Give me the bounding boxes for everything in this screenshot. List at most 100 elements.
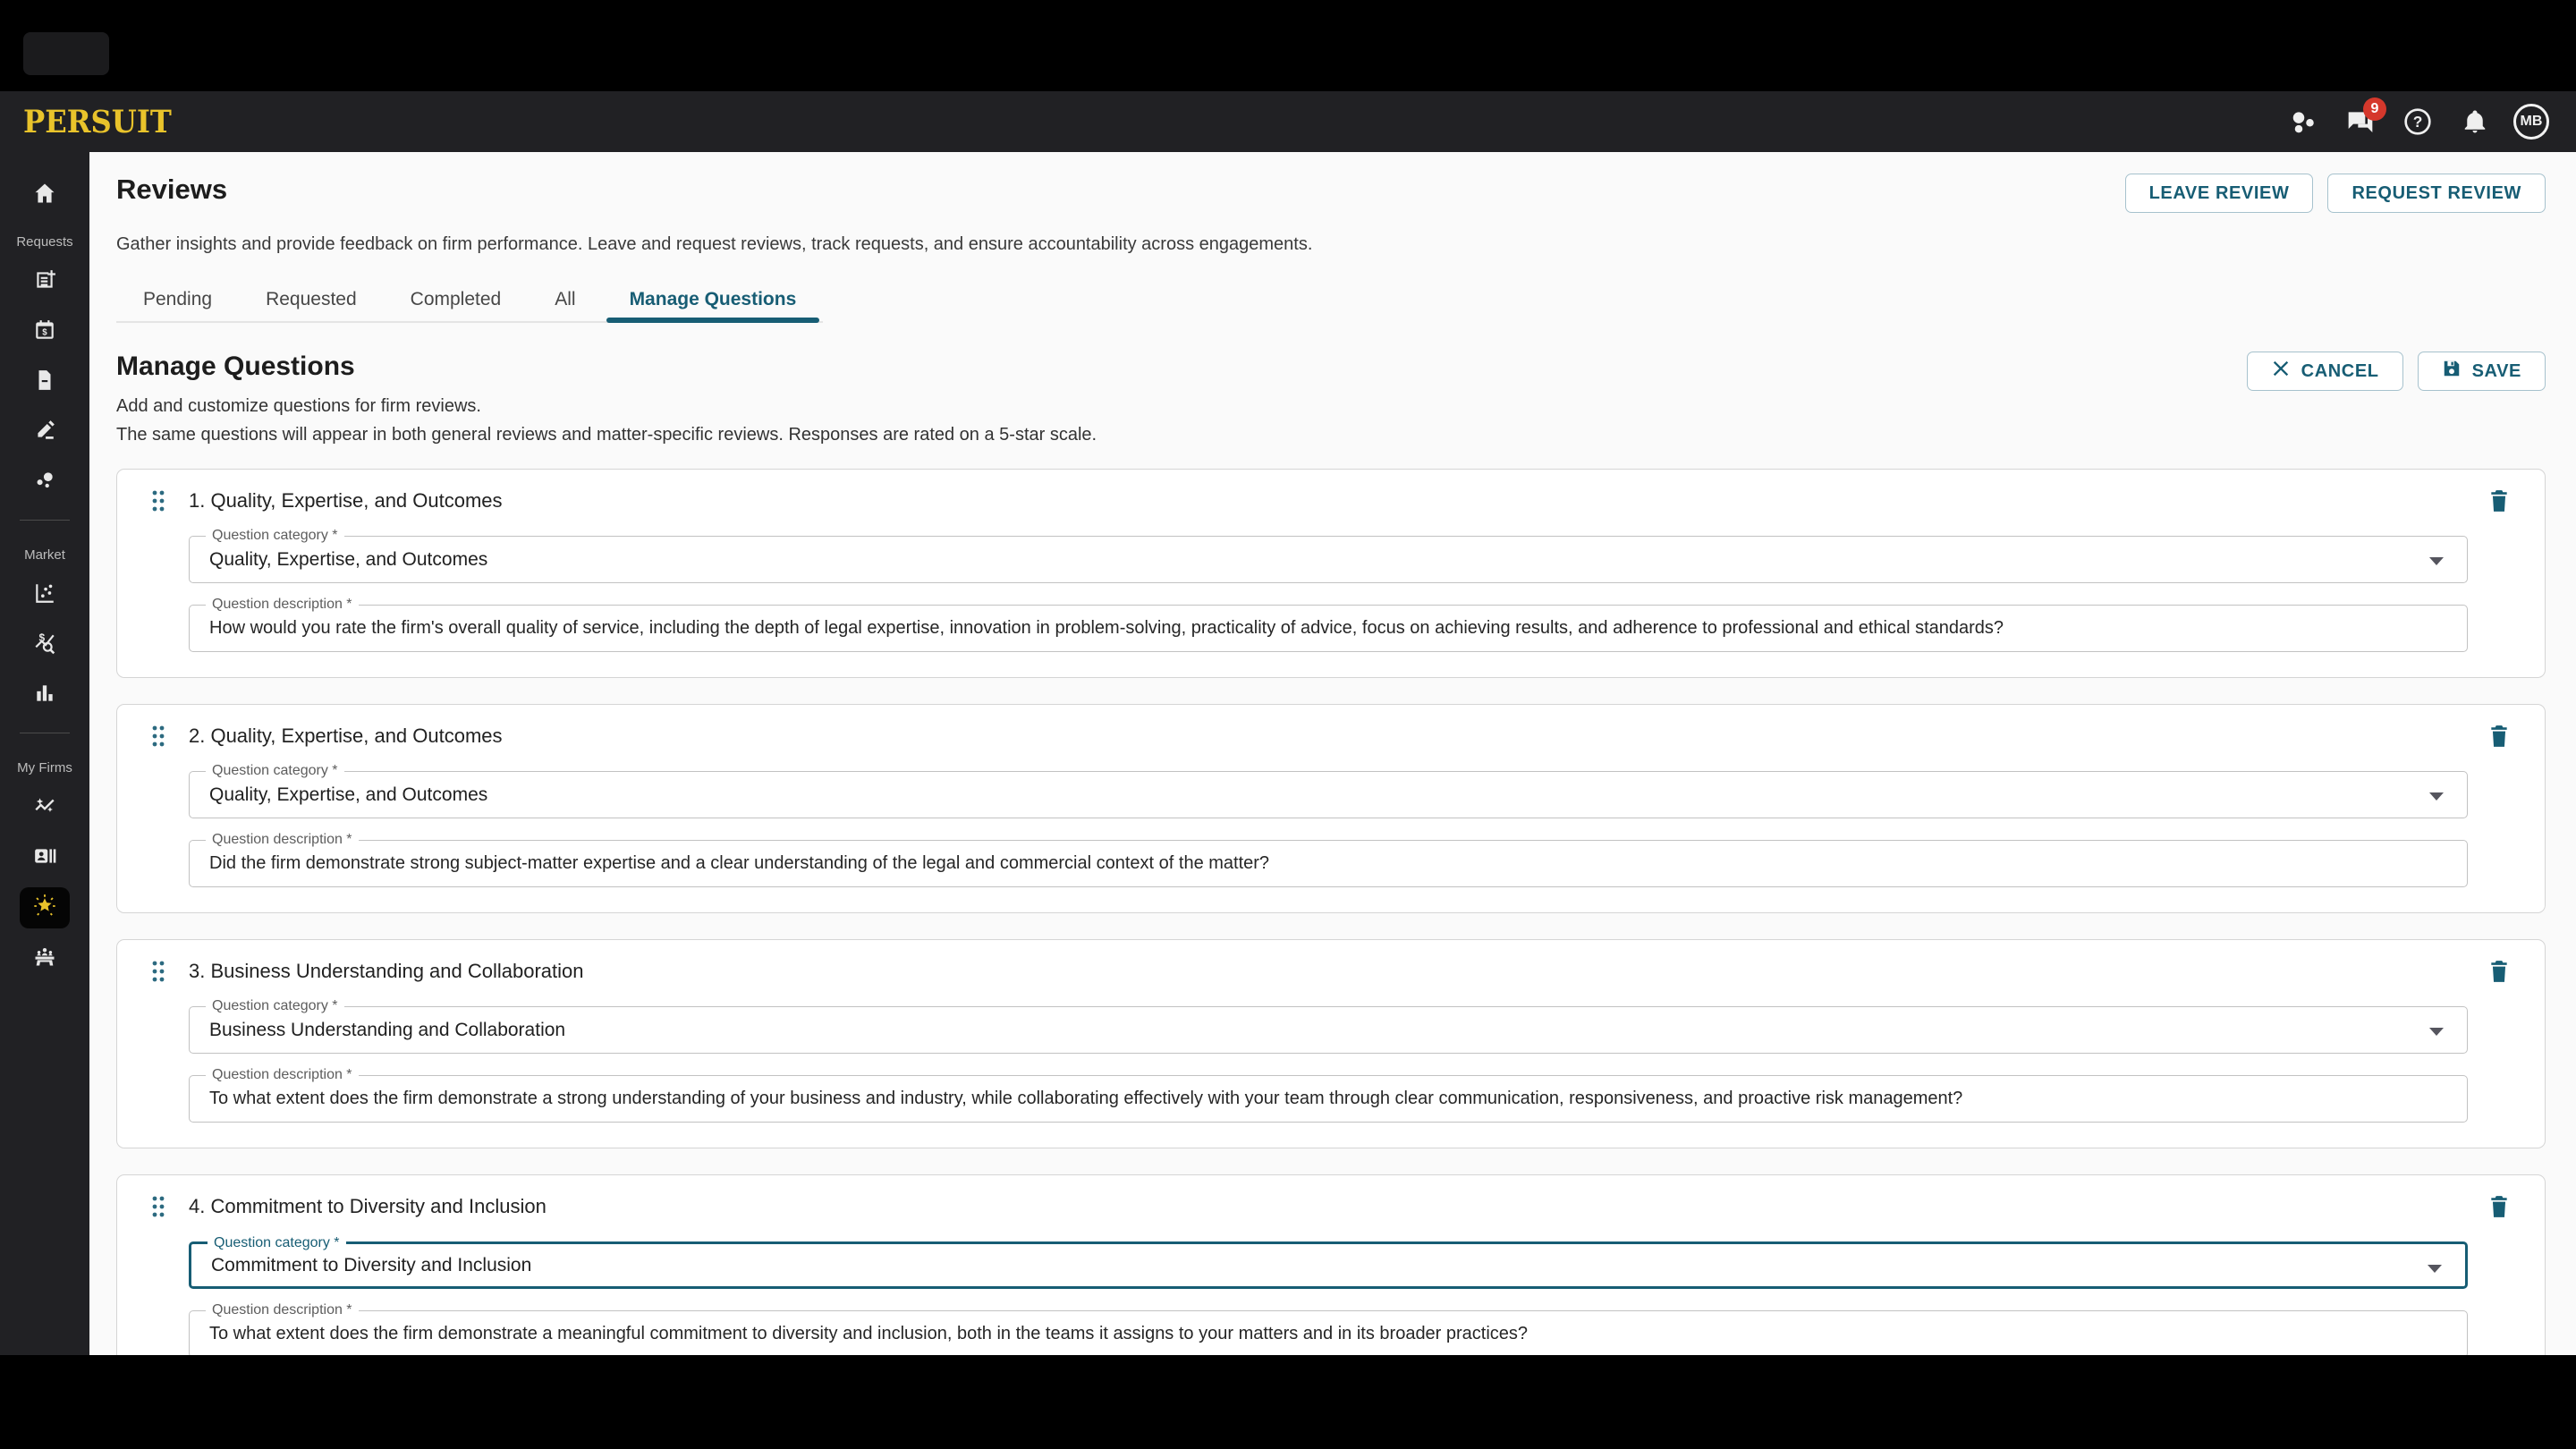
help-icon[interactable]: ?	[2399, 103, 2436, 140]
request-review-button[interactable]: REQUEST REVIEW	[2327, 174, 2546, 213]
bar-chart-icon	[33, 682, 56, 709]
document-icon	[33, 369, 56, 396]
description-field-label: Question description *	[206, 832, 359, 848]
sidebar-item-firm-contacts[interactable]	[20, 837, 70, 878]
delete-question-icon[interactable]	[2487, 958, 2511, 989]
app-header: PERSUIT 9 ? MB	[0, 91, 2576, 152]
svg-text:?: ?	[2413, 113, 2423, 131]
notifications-bell-icon[interactable]	[2456, 103, 2494, 140]
description-value: How would you rate the firm's overall qu…	[209, 618, 2004, 638]
signature-pen-icon	[33, 419, 56, 446]
workflow-dots-icon[interactable]	[2284, 103, 2322, 140]
scatter-chart-icon	[33, 581, 56, 609]
category-value: Quality, Expertise, and Outcomes	[209, 784, 488, 805]
sidebar-item-sign[interactable]	[20, 411, 70, 453]
category-field-label: Question category *	[206, 998, 344, 1014]
page-title: Reviews	[116, 174, 228, 205]
tab-all[interactable]: All	[528, 278, 602, 321]
question-list: 1. Quality, Expertise, and Outcomes Ques…	[116, 469, 2546, 1355]
description-field-label: Question description *	[206, 597, 359, 613]
avatar[interactable]: MB	[2513, 104, 2549, 140]
description-value: To what extent does the firm demonstrate…	[209, 1324, 1529, 1343]
sidebar-item-analytics[interactable]	[20, 674, 70, 716]
question-card-1: 1. Quality, Expertise, and Outcomes Ques…	[116, 469, 2546, 678]
category-value: Quality, Expertise, and Outcomes	[209, 548, 488, 570]
delete-question-icon[interactable]	[2487, 1193, 2511, 1224]
question-card-4: 4. Commitment to Diversity and Inclusion…	[116, 1174, 2546, 1355]
question-card-2: 2. Quality, Expertise, and Outcomes Ques…	[116, 704, 2546, 913]
chevron-down-icon	[2428, 1265, 2442, 1273]
chat-badge: 9	[2363, 97, 2386, 121]
tab-requested[interactable]: Requested	[239, 278, 384, 321]
chevron-down-icon	[2429, 792, 2444, 801]
category-field-label: Question category *	[206, 763, 344, 779]
sidebar-item-panels[interactable]	[20, 937, 70, 979]
sidebar: Requests $ Market $ My Firms	[0, 152, 89, 1355]
tab-pending[interactable]: Pending	[116, 278, 239, 321]
cancel-label: CANCEL	[2301, 360, 2379, 381]
save-button[interactable]: SAVE	[2417, 352, 2546, 391]
drag-handle-icon[interactable]	[149, 1193, 167, 1220]
tab-completed[interactable]: Completed	[384, 278, 529, 321]
question-title: 3. Business Understanding and Collaborat…	[189, 960, 584, 982]
sidebar-item-firm-insights[interactable]	[20, 787, 70, 828]
sidebar-item-documents[interactable]	[20, 361, 70, 402]
post-add-icon	[33, 268, 56, 296]
persuit-logo: PERSUIT	[23, 103, 172, 140]
close-icon	[2271, 359, 2291, 384]
question-description-input[interactable]: Question description * Did the firm demo…	[189, 832, 2468, 887]
sidebar-section-requests: Requests	[16, 234, 73, 250]
delete-question-icon[interactable]	[2487, 723, 2511, 754]
svg-text:$: $	[42, 327, 47, 337]
question-title: 1. Quality, Expertise, and Outcomes	[189, 489, 503, 512]
cancel-button[interactable]: CANCEL	[2246, 352, 2403, 391]
question-category-select[interactable]: Question category * Quality, Expertise, …	[189, 763, 2468, 818]
question-card-3: 3. Business Understanding and Collaborat…	[116, 939, 2546, 1148]
sidebar-item-billing[interactable]: $	[20, 311, 70, 352]
billing-calendar-icon: $	[33, 318, 56, 346]
question-category-select[interactable]: Question category * Commitment to Divers…	[189, 1235, 2468, 1289]
category-field-label: Question category *	[206, 528, 344, 544]
sidebar-item-reviews[interactable]	[20, 887, 70, 928]
sidebar-item-pipeline[interactable]	[20, 462, 70, 503]
save-disk-icon	[2442, 359, 2462, 384]
description-value: Did the firm demonstrate strong subject-…	[209, 853, 1270, 873]
question-category-select[interactable]: Question category * Business Understandi…	[189, 998, 2468, 1054]
chevron-down-icon	[2429, 1028, 2444, 1036]
sidebar-item-create-request[interactable]	[20, 261, 70, 302]
drag-handle-icon[interactable]	[149, 487, 167, 514]
delete-question-icon[interactable]	[2487, 487, 2511, 519]
category-value: Commitment to Diversity and Inclusion	[211, 1254, 532, 1275]
sidebar-section-market: Market	[24, 547, 65, 563]
sidebar-item-rates[interactable]: $	[20, 624, 70, 665]
category-value: Business Understanding and Collaboration	[209, 1019, 566, 1040]
letterbox-top	[0, 0, 2576, 91]
section-subtitle-1: Add and customize questions for firm rev…	[116, 396, 481, 416]
rate-search-icon: $	[33, 631, 56, 659]
leave-review-button[interactable]: LEAVE REVIEW	[2124, 174, 2314, 213]
main-content: Reviews LEAVE REVIEW REQUEST REVIEW Gath…	[89, 152, 2576, 1355]
insights-sparkle-icon	[33, 794, 56, 822]
chevron-down-icon	[2429, 557, 2444, 565]
description-field-label: Question description *	[206, 1302, 359, 1318]
question-description-input[interactable]: Question description * To what extent do…	[189, 1302, 2468, 1355]
panel-desk-icon	[32, 944, 57, 973]
question-description-input[interactable]: Question description * How would you rat…	[189, 597, 2468, 652]
drag-handle-icon[interactable]	[149, 958, 167, 985]
chat-icon[interactable]: 9	[2342, 97, 2386, 140]
question-description-input[interactable]: Question description * To what extent do…	[189, 1067, 2468, 1123]
description-field-label: Question description *	[206, 1067, 359, 1083]
window-chip	[23, 32, 109, 75]
sidebar-item-market-insights[interactable]	[20, 574, 70, 615]
review-tabs: Pending Requested Completed All Manage Q…	[116, 278, 824, 323]
section-subtitle-2: The same questions will appear in both g…	[116, 425, 1097, 445]
sidebar-item-home[interactable]	[20, 174, 70, 216]
review-star-icon	[32, 894, 57, 923]
drag-handle-icon[interactable]	[149, 723, 167, 750]
description-value: To what extent does the firm demonstrate…	[209, 1089, 1963, 1108]
tab-manage-questions[interactable]: Manage Questions	[603, 278, 824, 323]
sidebar-divider	[20, 520, 70, 521]
page-description: Gather insights and provide feedback on …	[116, 234, 1313, 254]
question-title: 4. Commitment to Diversity and Inclusion	[189, 1195, 547, 1217]
question-category-select[interactable]: Question category * Quality, Expertise, …	[189, 528, 2468, 583]
